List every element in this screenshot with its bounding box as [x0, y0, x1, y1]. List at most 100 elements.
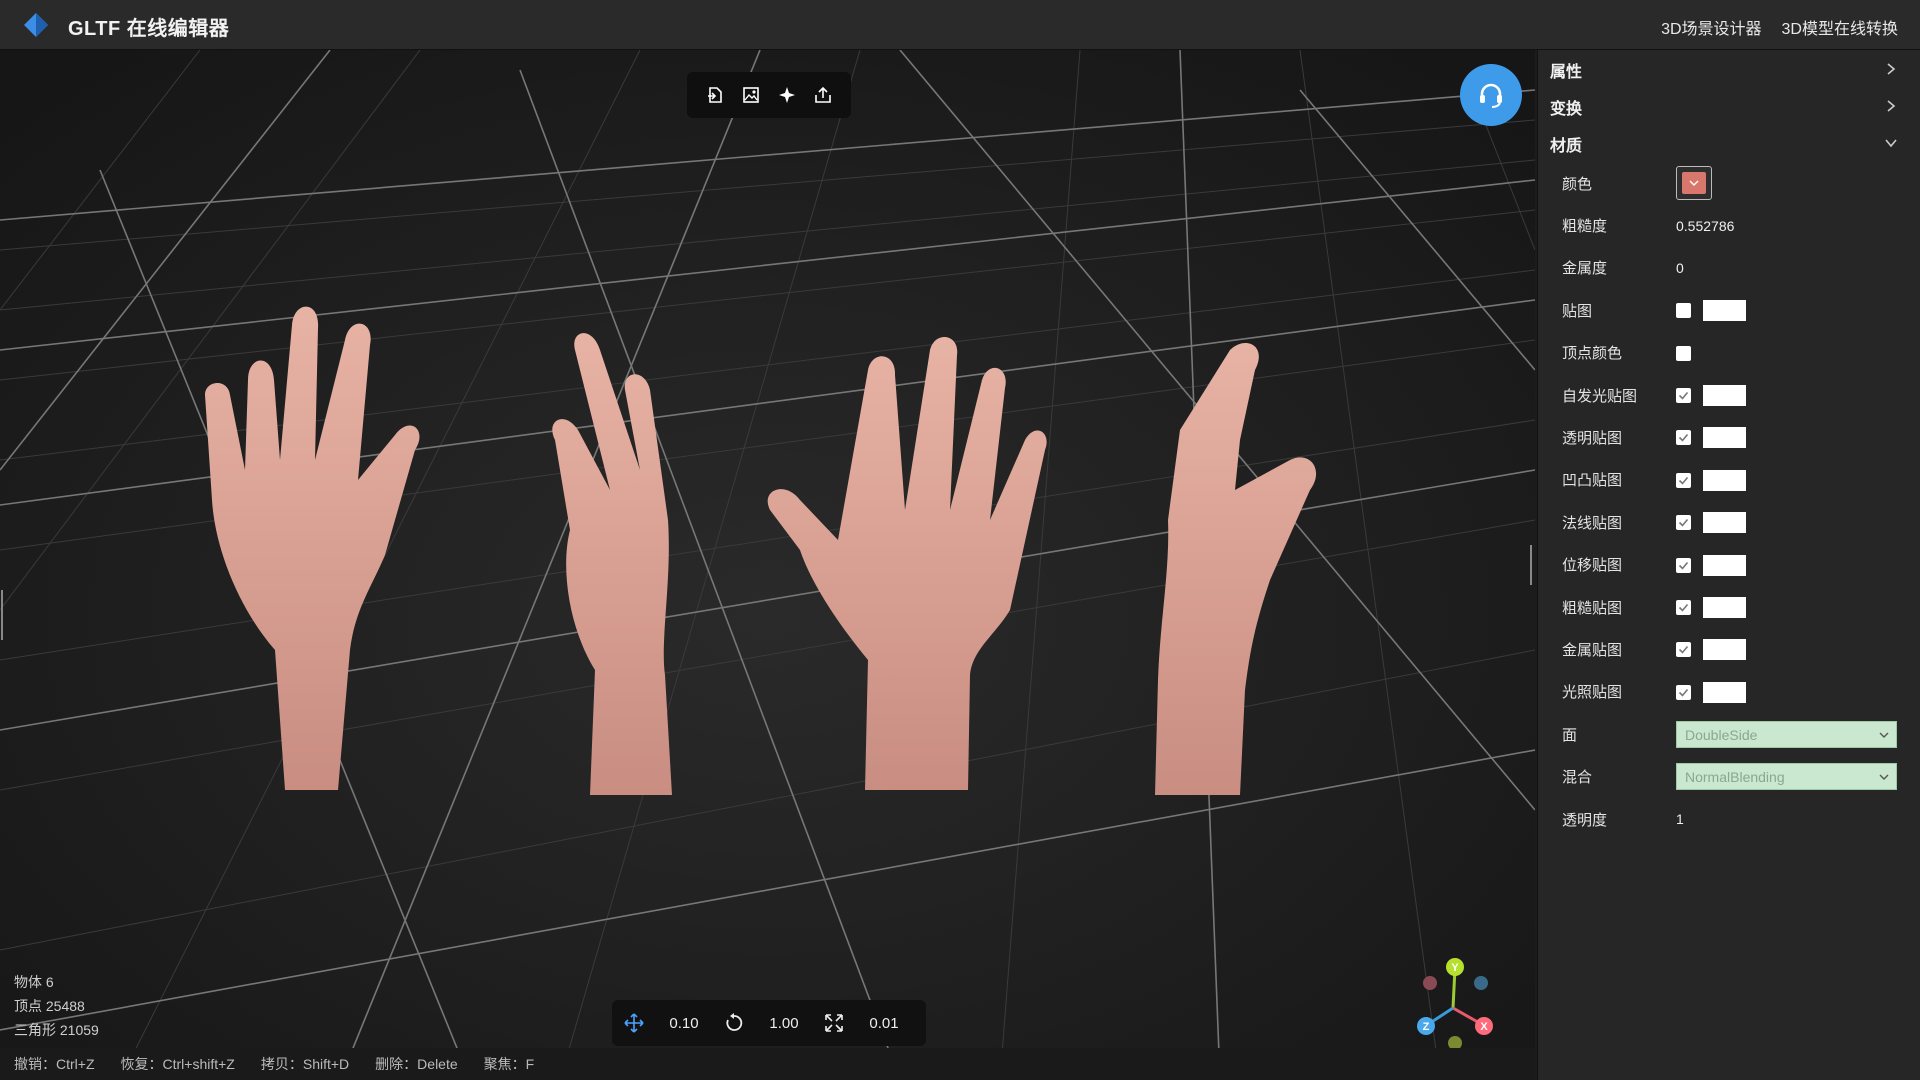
emissive-map-texture-slot[interactable] — [1703, 384, 1746, 406]
checkmark-icon — [1678, 603, 1689, 612]
vertex-count: 顶点 25488 — [14, 998, 85, 1014]
rotate-snap-value[interactable]: 1.00 — [752, 1015, 816, 1032]
import-icon — [708, 87, 722, 103]
opacity-input[interactable]: 1 — [1676, 811, 1684, 827]
row-opacity: 透明度 1 — [1538, 798, 1920, 840]
top-nav: 3D场景设计器 3D模型在线转换 — [1661, 15, 1898, 39]
checkmark-icon — [1678, 561, 1689, 570]
alpha-map-checkbox[interactable] — [1676, 430, 1691, 446]
scene-canvas[interactable] — [0, 50, 1535, 1080]
metalness-map-texture-slot[interactable] — [1703, 639, 1746, 661]
displacement-map-checkbox[interactable] — [1676, 557, 1691, 573]
scale-snap-value[interactable]: 0.01 — [852, 1015, 916, 1032]
section-transform[interactable]: 变换 — [1538, 88, 1920, 125]
emissive-map-checkbox[interactable] — [1676, 387, 1691, 403]
nav-model-converter[interactable]: 3D模型在线转换 — [1782, 15, 1898, 39]
map-label: 贴图 — [1562, 302, 1593, 320]
bump-map-texture-slot[interactable] — [1703, 469, 1746, 491]
viewport-toolbar — [687, 72, 851, 118]
scale-icon — [825, 1014, 843, 1032]
checkmark-icon — [1678, 646, 1689, 654]
section-material-title: 材质 — [1550, 137, 1583, 155]
checkmark-icon — [1678, 391, 1689, 400]
light-map-texture-slot[interactable] — [1703, 681, 1746, 703]
row-alpha-map: 透明贴图 — [1538, 416, 1920, 458]
roughness-map-texture-slot[interactable] — [1703, 596, 1746, 618]
section-properties-title: 属性 — [1550, 63, 1583, 81]
shortcut-delete: 删除：Delete — [375, 1056, 458, 1072]
row-blending: 混合 NormalBlending — [1538, 755, 1920, 797]
displacement-map-texture-slot[interactable] — [1703, 554, 1746, 576]
color-picker[interactable] — [1676, 166, 1712, 200]
chevron-right-icon — [1887, 100, 1896, 112]
nav-scene-designer[interactable]: 3D场景设计器 — [1661, 15, 1761, 39]
chevron-right-icon — [1887, 63, 1896, 75]
light-map-checkbox[interactable] — [1676, 684, 1691, 700]
blending-label: 混合 — [1562, 769, 1593, 787]
shortcut-undo: 撤销：Ctrl+Z — [14, 1056, 95, 1072]
app-logo-icon — [24, 13, 48, 37]
shortcut-redo: 恢复：Ctrl+shift+Z — [120, 1056, 235, 1072]
normal-map-label: 法线贴图 — [1562, 514, 1623, 532]
vertex-colors-checkbox[interactable] — [1676, 345, 1691, 361]
row-color: 颜色 — [1538, 162, 1920, 204]
row-displacement-map: 位移贴图 — [1538, 544, 1920, 586]
side-label: 面 — [1562, 726, 1578, 744]
map-texture-slot[interactable] — [1703, 300, 1746, 322]
normal-map-texture-slot[interactable] — [1703, 512, 1746, 534]
object-count: 物体 6 — [14, 974, 54, 990]
blending-select-value: NormalBlending — [1685, 768, 1785, 785]
chevron-down-icon — [1885, 139, 1897, 148]
section-properties[interactable]: 属性 — [1538, 51, 1920, 88]
blending-select[interactable]: NormalBlending — [1676, 763, 1897, 791]
row-metalness-map: 金属贴图 — [1538, 628, 1920, 670]
bump-map-label: 凹凸贴图 — [1562, 472, 1623, 490]
checkmark-icon — [1678, 476, 1689, 485]
shortcut-focus: 聚焦：F — [483, 1056, 535, 1072]
row-bump-map: 凹凸贴图 — [1538, 459, 1920, 501]
metalness-map-label: 金属贴图 — [1562, 641, 1623, 659]
metalness-input[interactable]: 0 — [1676, 260, 1684, 276]
light-icon — [779, 87, 795, 103]
bump-map-checkbox[interactable] — [1676, 472, 1691, 488]
app-header: GLTF 在线编辑器 3D场景设计器 3D模型在线转换 — [0, 0, 1920, 50]
image-button[interactable] — [737, 81, 765, 109]
row-vertex-colors: 顶点颜色 — [1538, 332, 1920, 374]
light-map-label: 光照贴图 — [1562, 684, 1623, 702]
axis-gizmo[interactable]: Y X Z — [1405, 953, 1505, 1053]
roughness-label: 粗糙度 — [1562, 218, 1608, 236]
map-checkbox[interactable] — [1676, 303, 1691, 319]
translate-snap-value[interactable]: 0.10 — [652, 1015, 716, 1032]
alpha-map-texture-slot[interactable] — [1703, 427, 1746, 449]
scale-snap-button[interactable] — [822, 1011, 846, 1035]
color-swatch-fill — [1682, 172, 1706, 194]
section-material[interactable]: 材质 — [1538, 125, 1920, 162]
translate-snap-button[interactable] — [622, 1011, 646, 1035]
vertex-colors-label: 顶点颜色 — [1562, 345, 1623, 363]
side-select[interactable]: DoubleSide — [1676, 721, 1897, 749]
triangle-count: 三角形 21059 — [14, 1022, 99, 1038]
metalness-map-checkbox[interactable] — [1676, 642, 1691, 658]
normal-map-checkbox[interactable] — [1676, 515, 1691, 531]
checkmark-icon — [1678, 434, 1689, 443]
app-title: GLTF 在线编辑器 — [68, 18, 230, 40]
chevron-down-icon — [1689, 180, 1699, 186]
opacity-label: 透明度 — [1562, 811, 1608, 829]
panel-resize-handle[interactable] — [1530, 545, 1532, 585]
row-normal-map: 法线贴图 — [1538, 501, 1920, 543]
emissive-map-label: 自发光贴图 — [1562, 387, 1638, 405]
import-button[interactable] — [701, 81, 729, 109]
roughness-input[interactable]: 0.552786 — [1676, 218, 1734, 234]
roughness-map-checkbox[interactable] — [1676, 599, 1691, 615]
shortcut-copy: 拷贝：Shift+D — [260, 1056, 350, 1072]
export-button[interactable] — [809, 81, 837, 109]
chevron-down-icon — [1879, 774, 1889, 781]
section-transform-title: 变换 — [1550, 100, 1583, 118]
row-roughness-map: 粗糙贴图 — [1538, 586, 1920, 628]
light-button[interactable] — [773, 81, 801, 109]
rotate-snap-button[interactable] — [722, 1011, 746, 1035]
side-select-value: DoubleSide — [1685, 726, 1758, 743]
metalness-label: 金属度 — [1562, 260, 1608, 278]
customer-support-button[interactable] — [1460, 64, 1522, 126]
3d-viewport[interactable]: 物体 6 顶点 25488 三角形 21059 0.10 1.00 0.01 Y… — [0, 50, 1535, 1080]
